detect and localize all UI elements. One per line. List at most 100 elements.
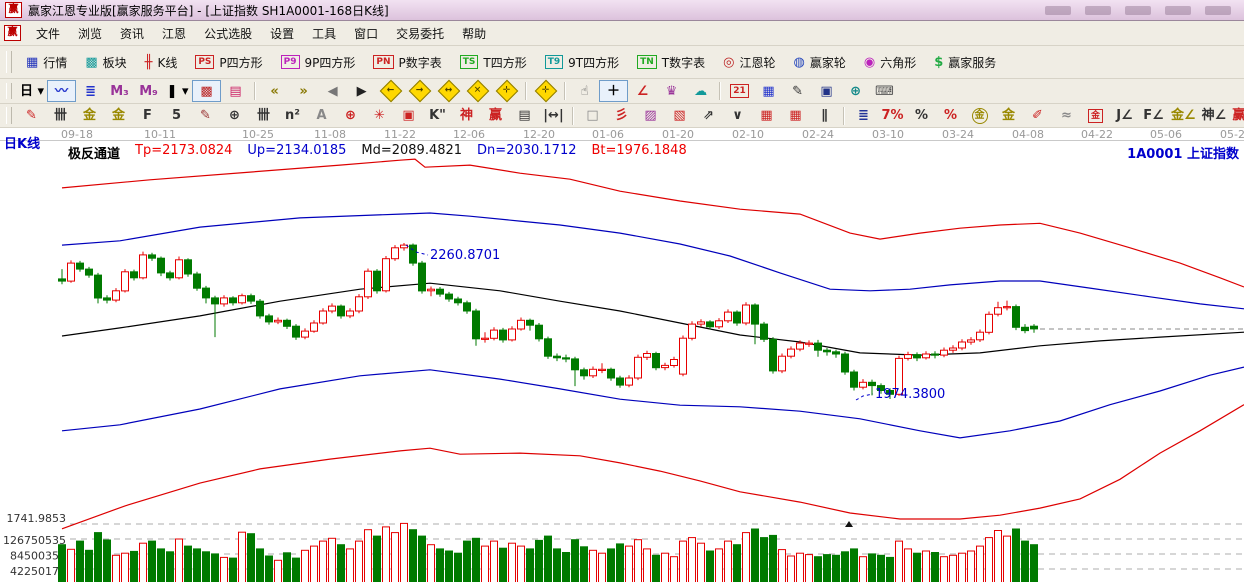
terminal-icon[interactable]: ⌨ (870, 80, 899, 102)
menu-item-settings[interactable]: 设置 (261, 22, 303, 45)
drag-hand-icon[interactable]: ☝ (570, 80, 599, 102)
red-grid-icon[interactable]: ▦ (752, 105, 781, 127)
cloud-tool-icon[interactable]: ☁ (686, 80, 715, 102)
menu-item-info[interactable]: 资讯 (111, 22, 153, 45)
gold-grid-a-icon[interactable]: 金 (75, 105, 104, 127)
trend-arrows-icon[interactable]: ⇗ (694, 105, 723, 127)
menu-item-window[interactable]: 窗口 (345, 22, 387, 45)
market-quotes-button[interactable]: ▦行情 (17, 50, 76, 75)
n-square-icon[interactable]: n² (278, 105, 307, 127)
menu-item-gann[interactable]: 江恩 (153, 22, 195, 45)
ruler-123-icon[interactable]: ▤ (510, 105, 539, 127)
titlebar-button[interactable] (1085, 6, 1111, 15)
parallel-lines-icon[interactable]: ∥ (810, 105, 839, 127)
text-label-icon[interactable]: A (307, 105, 336, 127)
gann-tool-icon[interactable]: ♛ (657, 80, 686, 102)
prev-bar-button[interactable]: ◀ (318, 80, 347, 102)
quote-sheet-icon[interactable]: ≣ (76, 80, 105, 102)
box-target-icon[interactable]: ▣ (394, 105, 423, 127)
menu-item-tools[interactable]: 工具 (303, 22, 345, 45)
gann-fan-icon[interactable]: 彡 (607, 105, 636, 127)
shen-angle-icon[interactable]: 神∠ (1199, 105, 1230, 127)
j-angle-icon[interactable]: J∠ (1110, 105, 1139, 127)
fan-box-icon[interactable]: ▨ (636, 105, 665, 127)
line-grid-icon[interactable]: 卌 (249, 105, 278, 127)
wave-a-icon[interactable]: ≈ (1052, 105, 1081, 127)
wave-display-icon[interactable]: 〰 (47, 80, 76, 102)
chart-canvas[interactable]: 09-1810-1110-2511-0811-2212-0612-2001-06… (0, 128, 1244, 582)
red-grid-arrow-icon[interactable]: ▦ (781, 105, 810, 127)
bars-9-icon[interactable]: M₉ (134, 80, 163, 102)
last-page-button[interactable]: » (289, 80, 318, 102)
save-floppy-icon[interactable]: ▣ (812, 80, 841, 102)
rect-tool-icon[interactable]: □ (578, 105, 607, 127)
red-pen-icon[interactable]: ✎ (191, 105, 220, 127)
titlebar-button[interactable] (1205, 6, 1231, 15)
kline-chart-area[interactable]: 09-1810-1110-2511-0811-2212-0612-2001-06… (0, 128, 1244, 582)
shift-left-diamond-icon[interactable]: ← (376, 80, 405, 102)
volume-ladder-icon[interactable]: ≣ (849, 105, 878, 127)
menu-item-help[interactable]: 帮助 (453, 22, 495, 45)
angle-measure-icon[interactable]: ∠ (628, 80, 657, 102)
titlebar-button[interactable] (1165, 6, 1191, 15)
calendar-21-icon[interactable]: 21 (725, 80, 754, 102)
menu-item-trade-order[interactable]: 交易委托 (387, 22, 453, 45)
center-view-diamond-icon[interactable]: ✛ (531, 80, 560, 102)
first-page-button[interactable]: « (260, 80, 289, 102)
winner-angle-icon[interactable]: 赢∠ (1229, 105, 1244, 127)
gold-angle-icon[interactable]: 金∠ (1168, 105, 1199, 127)
pattern-box-icon[interactable]: ▩ (192, 80, 221, 102)
volume-profile-icon[interactable]: ▤ (221, 80, 250, 102)
menu-item-browse[interactable]: 浏览 (69, 22, 111, 45)
fan-box2-icon[interactable]: ▧ (665, 105, 694, 127)
percent-line-icon[interactable]: % (936, 105, 965, 127)
next-bar-button[interactable]: ▶ (347, 80, 376, 102)
menu-item-file[interactable]: 文件 (27, 22, 69, 45)
gold-box-icon[interactable]: 金 (1081, 105, 1110, 127)
p-number-table-button[interactable]: PNP数字表 (364, 50, 450, 75)
p9-square-button[interactable]: P99P四方形 (272, 50, 365, 75)
bars-3-icon[interactable]: M₃ (105, 80, 134, 102)
five-spiral-icon[interactable]: 5 (162, 105, 191, 127)
star-burst-icon[interactable]: ✳ (365, 105, 394, 127)
hexagon-button[interactable]: ◉六角形 (855, 50, 925, 75)
zigzag-icon[interactable]: ∨ (723, 105, 752, 127)
titlebar-buttons[interactable] (1045, 6, 1239, 15)
gold-grid-b-icon[interactable]: 金 (104, 105, 133, 127)
p-square-button[interactable]: PSP四方形 (186, 50, 271, 75)
web-update-icon[interactable]: ⊕ (841, 80, 870, 102)
measure-width-icon[interactable]: |↔| (539, 105, 568, 127)
f-grid-icon[interactable]: F (133, 105, 162, 127)
winner-service-button[interactable]: $赢家服务 (925, 50, 1005, 75)
gann-grid-icon[interactable]: 卌 (46, 105, 75, 127)
retrace-percent-icon[interactable]: 7% (878, 105, 907, 127)
percent-icon[interactable]: % (907, 105, 936, 127)
winner-grid-icon[interactable]: 赢 (481, 105, 510, 127)
gold-line-icon[interactable]: 金 (994, 105, 1023, 127)
calculator-icon[interactable]: ▦ (754, 80, 783, 102)
titlebar-button[interactable] (1125, 6, 1151, 15)
gann-circle-icon[interactable]: ⊕ (220, 105, 249, 127)
ink-brush-icon[interactable]: ✐ (1023, 105, 1052, 127)
expand-horizontal-diamond-icon[interactable]: ↔ (434, 80, 463, 102)
gann-wheel-button[interactable]: ◎江恩轮 (714, 50, 784, 75)
target-cross-icon[interactable]: ⊕ (336, 105, 365, 127)
candle-style-dropdown[interactable]: ❚ ▾ (163, 80, 192, 102)
crosshair-icon[interactable]: ＋ (599, 80, 628, 102)
t-square-button[interactable]: TST四方形 (451, 50, 536, 75)
menu-item-formula-select[interactable]: 公式选股 (195, 22, 261, 45)
t-number-table-button[interactable]: TNT数字表 (628, 50, 714, 75)
shen-grid-icon[interactable]: 神 (452, 105, 481, 127)
compress-diamond-icon[interactable]: ✕ (463, 80, 492, 102)
gold-circle-icon[interactable]: 金 (965, 105, 994, 127)
notepad-icon[interactable]: ✎ (783, 80, 812, 102)
expand-all-diamond-icon[interactable]: ✛ (492, 80, 521, 102)
pen-tool-icon[interactable]: ✎ (17, 105, 46, 127)
t9-square-button[interactable]: T99T四方形 (536, 50, 628, 75)
winner-wheel-button[interactable]: ◍赢家轮 (785, 50, 855, 75)
sector-blocks-button[interactable]: ▩板块 (76, 50, 135, 75)
period-day-dropdown[interactable]: 日 ▾ (17, 80, 47, 102)
titlebar-button[interactable] (1045, 6, 1071, 15)
f-angle-icon[interactable]: F∠ (1139, 105, 1168, 127)
shift-right-diamond-icon[interactable]: → (405, 80, 434, 102)
